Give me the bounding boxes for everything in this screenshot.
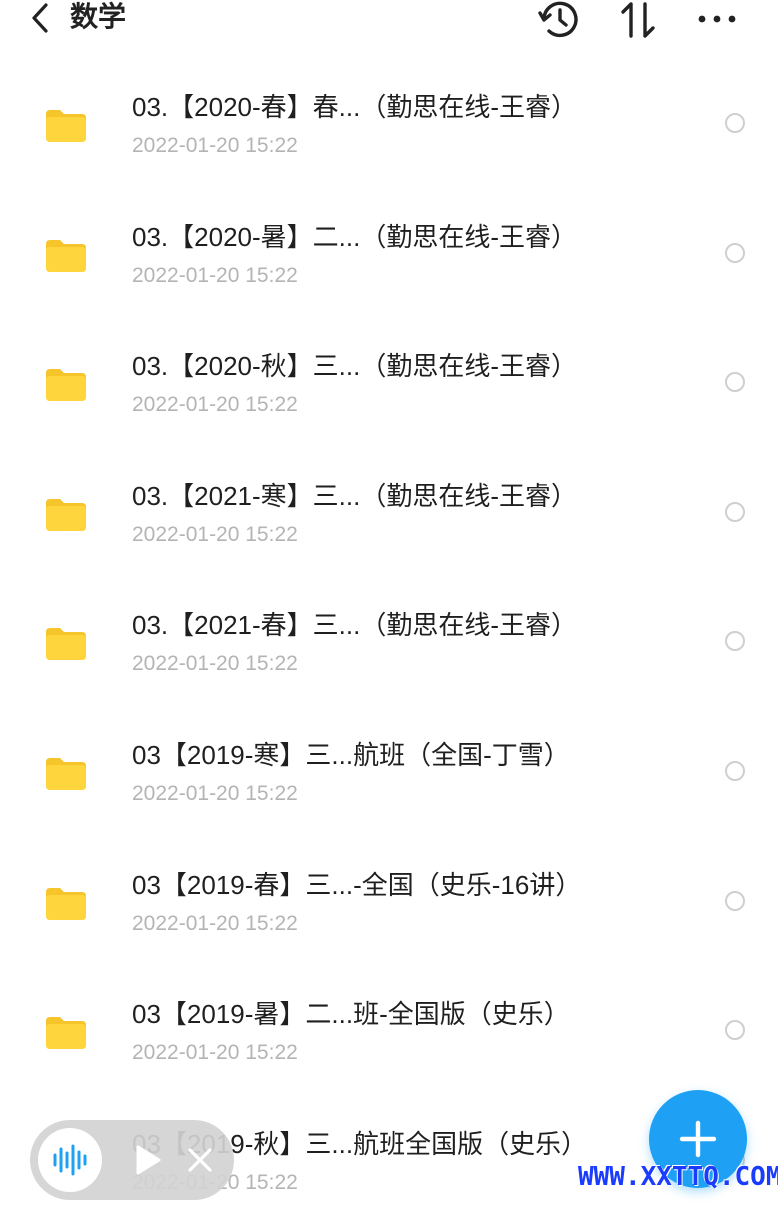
file-list: 03.【2020-春】春...（勤思在线-王睿） 2022-01-20 15:22… <box>0 60 778 1226</box>
file-date: 2022-01-20 15:22 <box>132 1041 298 1065</box>
file-row[interactable]: 03.【2021-春】三...（勤思在线-王睿） 2022-01-20 15:22 <box>0 578 778 708</box>
file-name: 03.【2020-暑】二...（勤思在线-王睿） <box>132 221 577 252</box>
select-radio[interactable] <box>725 372 745 393</box>
folder-icon <box>46 757 86 790</box>
folder-icon <box>46 628 86 661</box>
history-icon <box>538 1 578 38</box>
file-row[interactable]: 03【2019-暑】二...班-全国版（史乐） 2022-01-20 15:22 <box>0 967 778 1097</box>
file-row[interactable]: 03【2019-寒】三...航班（全国-丁雪） 2022-01-20 15:22 <box>0 708 778 838</box>
select-radio[interactable] <box>725 1020 745 1041</box>
file-name: 03.【2021-寒】三...（勤思在线-王睿） <box>132 480 577 511</box>
chevron-left-icon <box>32 3 48 33</box>
sort-button[interactable] <box>617 0 661 40</box>
page-title: 数学 <box>70 1 127 32</box>
file-row[interactable]: 03.【2021-寒】三...（勤思在线-王睿） 2022-01-20 15:22 <box>0 449 778 579</box>
file-date: 2022-01-20 15:22 <box>132 652 298 676</box>
select-radio[interactable] <box>725 242 745 263</box>
header-bar: 数学 <box>0 0 778 44</box>
file-row[interactable]: 03.【2020-春】春...（勤思在线-王睿） 2022-01-20 15:22 <box>0 60 778 190</box>
file-date: 2022-01-20 15:22 <box>132 781 298 805</box>
select-radio[interactable] <box>725 890 745 911</box>
folder-icon <box>46 239 86 272</box>
file-row[interactable]: 03.【2020-暑】二...（勤思在线-王睿） 2022-01-20 15:22 <box>0 190 778 320</box>
file-date: 2022-01-20 15:22 <box>132 522 298 546</box>
file-date: 2022-01-20 15:22 <box>132 134 298 157</box>
file-name: 03【2019-春】三...-全国（史乐-16讲） <box>132 869 582 900</box>
file-row[interactable]: 03【2019-春】三...-全国（史乐-16讲） 2022-01-20 15:2… <box>0 838 778 968</box>
folder-icon <box>46 887 86 920</box>
file-name: 03.【2021-春】三...（勤思在线-王睿） <box>132 610 577 641</box>
file-date: 2022-01-20 15:22 <box>132 393 298 417</box>
folder-icon <box>46 110 86 142</box>
file-date: 2022-01-20 15:22 <box>132 911 298 935</box>
file-name: 03.【2020-秋】三...（勤思在线-王睿） <box>132 351 577 382</box>
file-name: 03【2019-暑】二...班-全国版（史乐） <box>132 999 570 1030</box>
more-button[interactable] <box>696 0 740 40</box>
select-radio[interactable] <box>725 113 745 133</box>
history-button[interactable] <box>538 0 582 40</box>
select-radio[interactable] <box>725 631 745 652</box>
audio-button[interactable] <box>38 1128 102 1192</box>
audio-wave-icon <box>53 1144 87 1176</box>
select-radio[interactable] <box>725 760 745 781</box>
folder-icon <box>46 1017 86 1050</box>
play-icon <box>136 1145 161 1175</box>
sort-icon <box>621 2 655 38</box>
play-button[interactable] <box>128 1140 168 1180</box>
file-name: 03【2019-寒】三...航班（全国-丁雪） <box>132 739 570 770</box>
file-name: 03.【2020-春】春...（勤思在线-王睿） <box>132 92 577 122</box>
back-button[interactable] <box>22 0 58 36</box>
more-horizontal-icon <box>698 15 736 23</box>
select-radio[interactable] <box>725 501 745 522</box>
folder-icon <box>46 369 86 402</box>
folder-icon <box>46 498 86 531</box>
file-row[interactable]: 03.【2020-秋】三...（勤思在线-王睿） 2022-01-20 15:22 <box>0 319 778 449</box>
plus-icon <box>679 1120 717 1158</box>
close-icon <box>188 1148 212 1172</box>
audio-player-pill <box>30 1120 234 1200</box>
watermark-text: WWW.XXTTQ.COM <box>578 1162 778 1192</box>
file-date: 2022-01-20 15:22 <box>132 263 298 287</box>
close-button[interactable] <box>182 1142 218 1178</box>
